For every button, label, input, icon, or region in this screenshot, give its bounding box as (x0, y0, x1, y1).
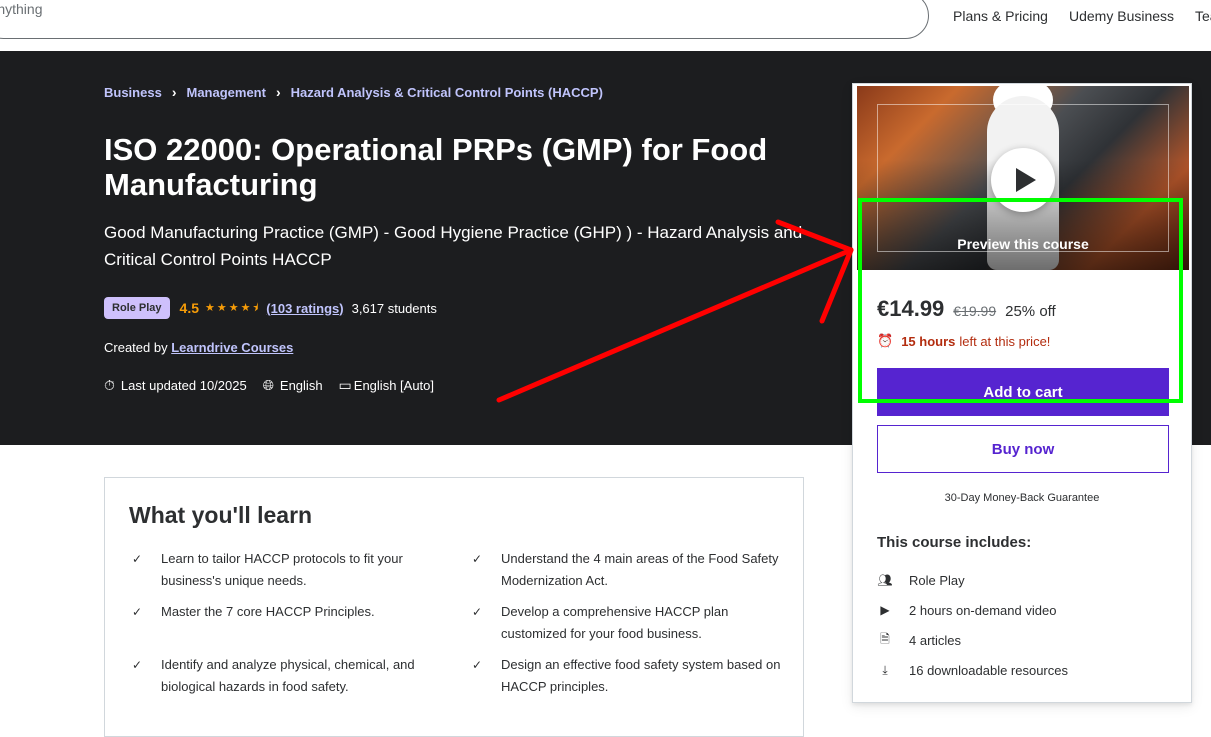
learn-item-text: Develop a comprehensive HACCP plan custo… (501, 604, 729, 641)
alarm-clock-icon: ⏰ (877, 333, 894, 348)
learn-item-text: Understand the 4 main areas of the Food … (501, 551, 779, 588)
nav-plans-pricing-link[interactable]: Plans & Pricing (953, 8, 1048, 24)
search-input[interactable]: r anything (0, 0, 929, 39)
role-play-badge: Role Play (104, 297, 170, 319)
discount-percentage: 25% off (1005, 303, 1056, 320)
money-back-guarantee: 30-Day Money-Back Guarantee (944, 492, 1100, 504)
includes-item-text: 4 articles (909, 632, 962, 648)
current-price: €14.99 (877, 296, 945, 321)
created-by-label: Created by (104, 340, 168, 355)
learn-item-text: Master the 7 core HACCP Principles. (161, 604, 375, 619)
includes-item-text: Role Play (909, 572, 965, 588)
includes-title: This course includes: (877, 534, 1032, 551)
breadcrumb: Business › Management › Hazard Analysis … (104, 84, 603, 100)
captions-text: English [Auto] (353, 378, 434, 393)
rating-value: 4.5 (179, 300, 199, 316)
purchase-sidebar: Preview this course €14.99 €19.99 25% of… (852, 83, 1192, 703)
globe-icon: 🌐︎ (262, 377, 274, 393)
includes-list: 👥︎ Role Play ▶ 2 hours on-demand video 🗎… (877, 565, 1169, 685)
video-icon: ▶ (880, 603, 890, 617)
includes-item-text: 2 hours on-demand video (909, 602, 1057, 618)
includes-item: 👥︎ Role Play (877, 565, 1169, 595)
search-placeholder: r anything (0, 1, 43, 17)
last-updated: ⏱ Last updated 10/2025 (104, 377, 247, 394)
breadcrumb-management[interactable]: Management (186, 85, 265, 100)
top-navigation-bar: r anything Plans & Pricing Udemy Busines… (0, 0, 1211, 51)
course-subtitle: Good Manufacturing Practice (GMP) - Good… (104, 223, 803, 269)
learn-item-text: Learn to tailor HACCP protocols to fit y… (161, 551, 403, 588)
includes-item: 🗎 4 articles (877, 625, 1169, 655)
course-meta: ⏱ Last updated 10/2025 🌐︎ English ▭ Engl… (104, 377, 450, 394)
preview-label: Preview this course (957, 236, 1089, 252)
rating-row: Role Play 4.5 ★★★★⯨ (103 ratings) 3,617 … (104, 297, 437, 319)
learn-item: ✓ Learn to tailor HACCP protocols to fit … (129, 548, 441, 592)
ratings-count-link[interactable]: (103 ratings) (266, 301, 343, 316)
learn-item-text: Identify and analyze physical, chemical,… (161, 657, 415, 694)
breadcrumb-business[interactable]: Business (104, 85, 162, 100)
language: 🌐︎ English (263, 377, 323, 394)
learn-item: ✓ Develop a comprehensive HACCP plan cust… (469, 601, 781, 645)
check-icon: ✓ (131, 605, 143, 619)
learn-item: ✓ Understand the 4 main areas of the Food… (469, 548, 781, 592)
check-icon: ✓ (131, 658, 143, 672)
check-icon: ✓ (471, 658, 483, 672)
breadcrumb-haccp[interactable]: Hazard Analysis & Critical Control Point… (291, 85, 603, 100)
role-play-icon: 👥︎ (877, 573, 893, 587)
author-link[interactable]: Learndrive Courses (171, 340, 293, 355)
buy-now-button[interactable]: Buy now (877, 425, 1169, 473)
alert-clock-icon: ⏱ (104, 377, 115, 393)
check-icon: ✓ (471, 552, 483, 566)
what-youll-learn-title: What you'll learn (129, 502, 313, 528)
what-youll-learn-box: What you'll learn ✓ Learn to tailor HACCP… (104, 477, 804, 737)
learn-item: ✓ Master the 7 core HACCP Principles. (129, 601, 441, 645)
captions: ▭ English [Auto] (339, 377, 434, 394)
language-text: English (279, 378, 323, 393)
learn-item-text: Design an effective food safety system b… (501, 657, 781, 694)
created-by: Created by Learndrive Courses (104, 340, 293, 355)
includes-item: ⤓ 16 downloadable resources (877, 655, 1169, 685)
check-icon: ✓ (471, 605, 483, 619)
captions-icon: ▭ (338, 377, 352, 393)
learn-item: ✓ Identify and analyze physical, chemical… (129, 654, 441, 698)
includes-item-text: 16 downloadable resources (909, 662, 1068, 678)
chevron-right-icon: › (275, 84, 281, 100)
timer-text: left at this price! (959, 333, 1051, 349)
nav-teach-link[interactable]: Tea (1195, 8, 1211, 24)
learn-items-grid: ✓ Learn to tailor HACCP protocols to fit … (129, 548, 781, 707)
article-icon: 🗎 (880, 631, 890, 646)
check-icon: ✓ (131, 552, 143, 566)
course-preview[interactable]: Preview this course (857, 86, 1189, 270)
chevron-right-icon: › (171, 84, 177, 100)
nav-udemy-business-link[interactable]: Udemy Business (1069, 8, 1174, 24)
course-title: ISO 22000: Operational PRPs (GMP) for Fo… (104, 132, 768, 202)
add-to-cart-button[interactable]: Add to cart (877, 368, 1169, 416)
original-price: €19.99 (953, 303, 997, 319)
learn-item: ✓ Design an effective food safety system … (469, 654, 781, 698)
includes-item: ▶ 2 hours on-demand video (877, 595, 1169, 625)
students-count: 3,617 students (351, 300, 437, 316)
last-updated-text: Last updated 10/2025 (120, 378, 247, 393)
star-rating-icon: ★★★★⯨ (205, 301, 261, 314)
play-icon[interactable] (991, 148, 1055, 212)
price-timer: ⏰ 15 hours left at this price! (877, 333, 1050, 349)
price-row: €14.99 €19.99 25% off (877, 296, 1056, 322)
timer-hours: 15 hours (901, 333, 956, 349)
download-icon: ⤓ (882, 662, 888, 677)
